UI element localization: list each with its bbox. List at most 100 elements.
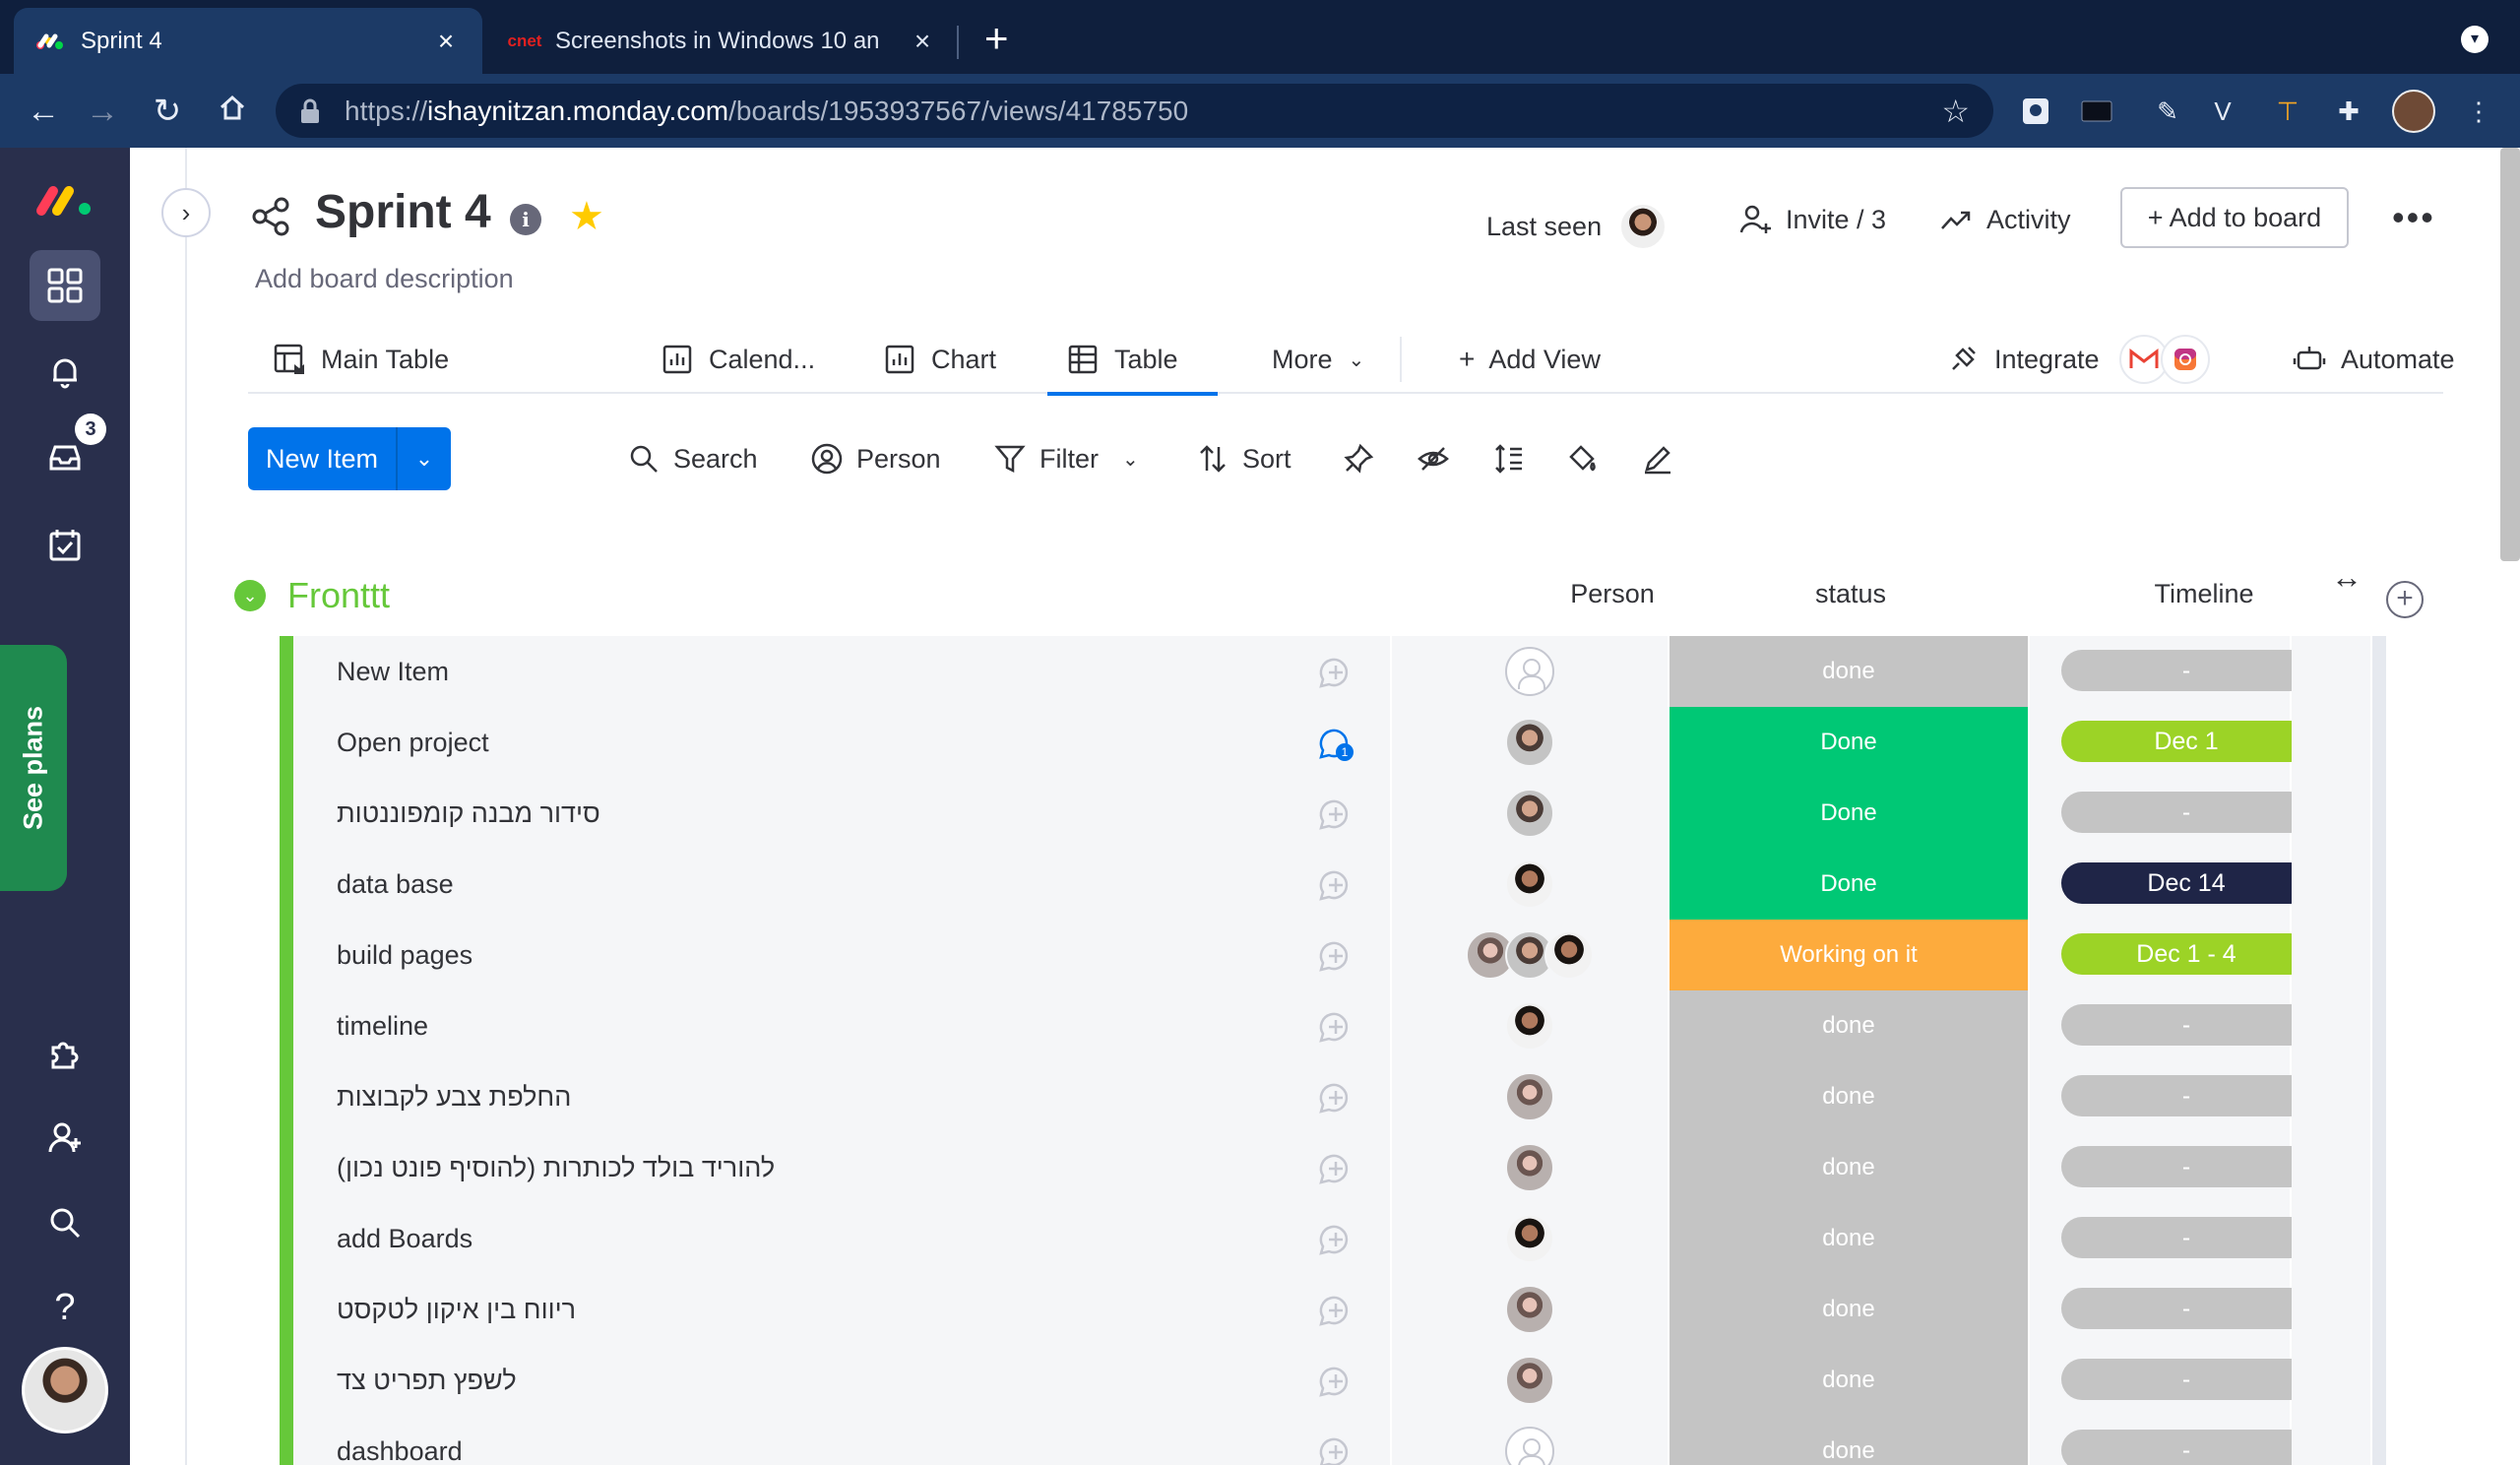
item-name-cell[interactable]: החלפת צבע לקבוצות (293, 1061, 1390, 1132)
table-row[interactable]: החלפת צבע לקבוצות done - (280, 1061, 2386, 1132)
add-update-bubble-icon[interactable] (1317, 866, 1354, 904)
page-scrollbar[interactable] (2500, 148, 2520, 561)
hide-columns-eye-icon[interactable] (1416, 441, 1451, 477)
timeline-cell[interactable]: - (2030, 990, 2311, 1061)
table-row[interactable]: סידור מבנה קומפוננטות Done - (280, 778, 2386, 849)
profile-avatar[interactable] (2392, 90, 2435, 133)
color-fill-bucket-icon[interactable] (1565, 441, 1601, 477)
add-view-button[interactable]: + Add View (1459, 325, 1601, 394)
timeline-cell[interactable]: - (2030, 1132, 2311, 1203)
table-row[interactable]: Open project 1 Done Dec 1 (280, 707, 2386, 778)
item-name-cell[interactable]: data base (293, 849, 1390, 920)
add-update-bubble-icon[interactable] (1317, 1221, 1354, 1258)
status-cell[interactable]: Done (1670, 849, 2028, 920)
browser-tab-active[interactable]: Sprint 4 × (14, 8, 482, 74)
person-cell[interactable] (1392, 990, 1668, 1061)
item-name-cell[interactable]: New Item (293, 636, 1390, 707)
board-description[interactable]: Add board description (255, 264, 514, 294)
item-name[interactable]: להוריד בולד לכותרות (להוסיף פונט נכון) (337, 1132, 775, 1203)
chevron-down-icon[interactable]: ⌄ (1122, 447, 1139, 472)
bookmark-star-icon[interactable]: ☆ (1941, 93, 1970, 130)
timeline-cell[interactable]: - (2030, 1274, 2311, 1345)
person-cell[interactable] (1392, 778, 1668, 849)
tab-chart[interactable]: Chart (882, 325, 996, 394)
person-cell[interactable] (1392, 1416, 1668, 1465)
person-cell[interactable] (1392, 1274, 1668, 1345)
sort-button[interactable]: Sort (1195, 427, 1292, 490)
share-board-icon[interactable] (250, 195, 293, 238)
automate-button[interactable]: Automate (2292, 325, 2455, 394)
item-name-cell[interactable]: dashboard (293, 1416, 1390, 1465)
integrate-button[interactable]: Integrate (1945, 325, 2210, 394)
person-cell[interactable] (1392, 636, 1668, 707)
browser-menu-icon[interactable]: ⋮ (2461, 94, 2496, 129)
board-menu-icon[interactable]: ••• (2392, 197, 2435, 238)
timeline-cell[interactable]: Dec 1 - 4 (2030, 920, 2311, 990)
item-name-cell[interactable]: לשפץ תפריט צד (293, 1345, 1390, 1416)
table-row[interactable]: New Item done - (280, 636, 2386, 707)
home-icon[interactable] (213, 92, 252, 131)
formatting-pen-icon[interactable] (1640, 441, 1675, 477)
item-name-cell[interactable]: Open project 1 (293, 707, 1390, 778)
board-title[interactable]: Sprint 4 (315, 185, 491, 239)
status-cell[interactable]: done (1670, 1061, 2028, 1132)
add-update-bubble-icon[interactable] (1317, 937, 1354, 975)
person-filter-button[interactable]: Person (809, 427, 941, 490)
person-cell[interactable] (1392, 849, 1668, 920)
timeline-cell[interactable]: - (2030, 778, 2311, 849)
status-cell[interactable]: done (1670, 1203, 2028, 1274)
notifications-bell-icon[interactable] (30, 337, 100, 408)
item-name[interactable]: סידור מבנה קומפוננטות (337, 778, 600, 849)
status-cell[interactable]: done (1670, 1345, 2028, 1416)
person-cell[interactable] (1392, 1061, 1668, 1132)
add-to-board-button[interactable]: + Add to board (2120, 187, 2349, 248)
table-row[interactable]: build pages Working on it Dec 1 - 4 (280, 920, 2386, 990)
tab-table[interactable]: Table (1047, 325, 1217, 396)
person-cell[interactable] (1392, 1345, 1668, 1416)
add-update-bubble-icon[interactable] (1317, 1150, 1354, 1187)
item-name-cell[interactable]: timeline (293, 990, 1390, 1061)
close-tab-icon[interactable]: × (908, 26, 937, 57)
item-name[interactable]: New Item (337, 636, 449, 707)
search-icon[interactable] (30, 1187, 100, 1258)
item-name[interactable]: add Boards (337, 1203, 472, 1274)
person-cell[interactable] (1392, 920, 1668, 990)
timeline-cell[interactable]: - (2030, 636, 2311, 707)
timeline-cell[interactable]: - (2030, 1203, 2311, 1274)
item-name[interactable]: dashboard (337, 1416, 463, 1465)
extension-icon[interactable] (2079, 94, 2114, 129)
status-cell[interactable]: done (1670, 1416, 2028, 1465)
item-name[interactable]: build pages (337, 920, 472, 990)
add-update-bubble-icon[interactable] (1317, 1292, 1354, 1329)
search-button[interactable]: Search (626, 427, 758, 490)
extensions-puzzle-icon[interactable]: ✚ (2331, 94, 2366, 129)
tab-main-table[interactable]: Main Table (272, 325, 449, 394)
apps-puzzle-icon[interactable] (30, 1018, 100, 1089)
new-item-button[interactable]: New Item ⌄ (248, 427, 451, 490)
new-tab-icon[interactable]: + (984, 18, 1009, 59)
activity-button[interactable]: Activity (1939, 203, 2071, 236)
reload-icon[interactable]: ↻ (148, 92, 187, 131)
add-update-bubble-icon[interactable] (1317, 1008, 1354, 1046)
column-header-timeline[interactable]: Timeline (2032, 579, 2376, 609)
table-row[interactable]: add Boards done - (280, 1203, 2386, 1274)
table-row[interactable]: data base Done Dec 14 (280, 849, 2386, 920)
add-update-bubble-icon[interactable] (1317, 796, 1354, 833)
item-name[interactable]: ריווח בין איקון לטקסט (337, 1274, 576, 1345)
status-cell[interactable]: done (1670, 1274, 2028, 1345)
table-row[interactable]: לשפץ תפריט צד done - (280, 1345, 2386, 1416)
status-cell[interactable]: done (1670, 636, 2028, 707)
info-icon[interactable]: i (510, 204, 541, 235)
timeline-cell[interactable]: - (2030, 1345, 2311, 1416)
invite-button[interactable]: Invite / 3 (1738, 203, 1886, 236)
extension-icon[interactable]: V (2205, 94, 2240, 129)
item-name[interactable]: Open project (337, 707, 489, 778)
tab-search-icon[interactable]: ▾ (2461, 26, 2488, 53)
item-name-cell[interactable]: סידור מבנה קומפוננטות (293, 778, 1390, 849)
chevron-down-icon[interactable]: ⌄ (398, 446, 451, 472)
table-row[interactable]: להוריד בולד לכותרות (להוסיף פונט נכון) d… (280, 1132, 2386, 1203)
extension-icon[interactable] (2018, 94, 2053, 129)
add-column-plus-icon[interactable]: + (2386, 581, 2424, 618)
item-name[interactable]: data base (337, 849, 454, 920)
row-height-icon[interactable] (1490, 441, 1526, 477)
